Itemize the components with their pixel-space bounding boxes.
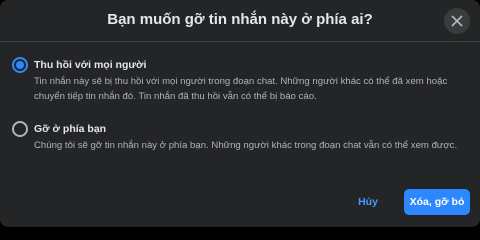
dialog-title: Bạn muốn gỡ tin nhắn này ở phía ai? <box>107 11 373 28</box>
radio-remove-for-you[interactable] <box>12 121 28 137</box>
close-icon <box>451 15 463 27</box>
close-button[interactable] <box>444 8 470 34</box>
option-description: Tin nhắn này sẽ bị thu hồi với mọi người… <box>34 76 448 102</box>
unsend-message-dialog: Bạn muốn gỡ tin nhắn này ở phía ai? Thu … <box>0 0 480 227</box>
confirm-remove-button[interactable]: Xóa, gỡ bỏ <box>404 189 470 215</box>
radio-unsend-for-everyone[interactable] <box>12 57 28 73</box>
option-label: Gỡ ở phía bạn <box>34 123 107 135</box>
option-description: Chúng tôi sẽ gỡ tin nhắn này ở phía bạn.… <box>34 140 458 151</box>
cancel-button[interactable]: Hủy <box>344 190 392 214</box>
option-label: Thu hồi với mọi người <box>34 59 147 71</box>
dialog-header: Bạn muốn gỡ tin nhắn này ở phía ai? <box>0 0 480 42</box>
